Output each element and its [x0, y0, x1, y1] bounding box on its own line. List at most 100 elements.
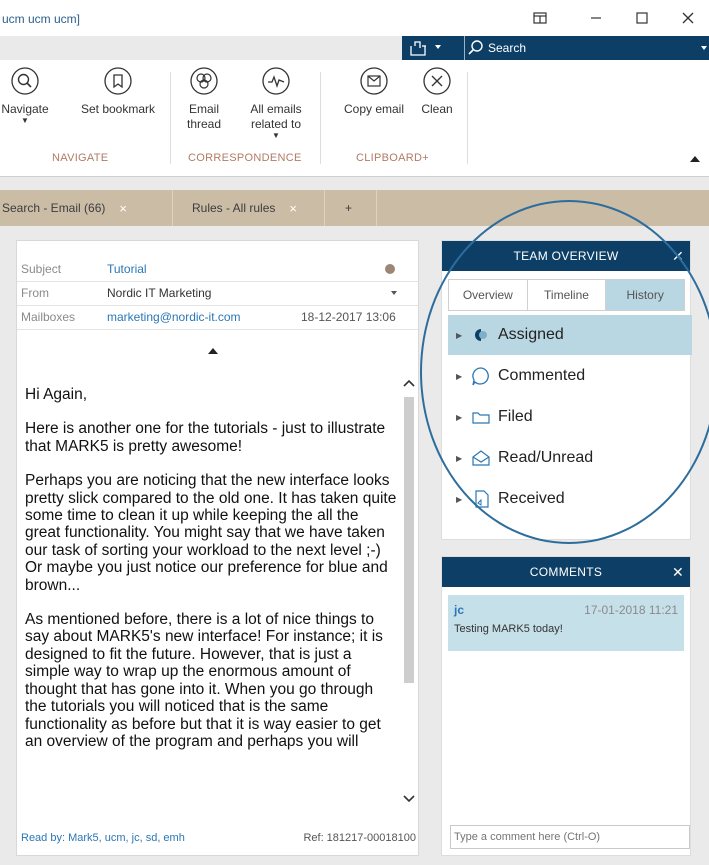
- overview-item-label: Assigned: [498, 326, 564, 343]
- copy-mail-icon: [359, 66, 389, 96]
- expand-arrow-icon[interactable]: ▶: [456, 495, 464, 504]
- group-label-clipboard: CLIPBOARD+: [356, 152, 429, 164]
- email-thread-label: Email thread: [186, 102, 222, 131]
- overview-item-filed[interactable]: ▶ Filed: [448, 397, 692, 437]
- from-dropdown-icon[interactable]: [391, 291, 397, 296]
- navigate-dropdown-icon: ▼: [21, 116, 29, 125]
- collapse-ribbon-icon[interactable]: [690, 156, 700, 162]
- search-input[interactable]: Search: [488, 41, 526, 55]
- set-bookmark-label: Set bookmark: [80, 102, 156, 116]
- read-by-list[interactable]: Read by: Mark5, ucm, jc, sd, emh: [21, 832, 185, 844]
- search-dropdown-icon[interactable]: [701, 45, 707, 51]
- ribbon-separator: [170, 72, 171, 164]
- from-row: From Nordic IT Marketing: [17, 281, 418, 306]
- email-scrollbar[interactable]: [401, 365, 417, 817]
- mailboxes-label: Mailboxes: [21, 310, 76, 324]
- panel-title: TEAM OVERVIEW: [513, 249, 619, 263]
- overview-item-label: Read/Unread: [498, 449, 594, 466]
- group-label-correspondence: CORRESPONDENCE: [188, 152, 302, 164]
- subject-row: Subject Tutorial: [17, 257, 418, 282]
- mailboxes-row: Mailboxes marketing@nordic-it.com 18-12-…: [17, 305, 418, 330]
- email-paragraph: Hi Again,: [25, 386, 88, 403]
- close-window-button[interactable]: [676, 8, 700, 28]
- overview-subtabs: Overview Timeline History: [448, 279, 686, 311]
- overview-item-label: Filed: [498, 408, 533, 425]
- expand-arrow-icon[interactable]: ▶: [456, 454, 464, 463]
- tab-search-email[interactable]: Search - Email (66) ×: [0, 190, 172, 226]
- email-paragraph: Here is another one for the tutorials - …: [25, 420, 386, 455]
- expand-arrow-icon[interactable]: ▶: [456, 372, 464, 381]
- minimize-button[interactable]: [584, 8, 608, 28]
- comment-bubble-icon: [470, 365, 492, 387]
- tab-overview[interactable]: Overview: [448, 279, 528, 311]
- status-dot: [385, 264, 395, 274]
- magnifier-icon: [10, 66, 40, 96]
- new-tab-label: +: [345, 201, 353, 215]
- email-view: Subject Tutorial From Nordic IT Marketin…: [16, 240, 419, 856]
- comment-time: 17-01-2018 11:21: [584, 603, 678, 617]
- set-bookmark-button[interactable]: Set bookmark: [72, 66, 164, 117]
- received-document-icon: [470, 488, 492, 510]
- copy-email-label: Copy email: [343, 102, 405, 116]
- close-icon[interactable]: ✕: [672, 557, 684, 587]
- comment-card: jc 17-01-2018 11:21 Testing MARK5 today!: [448, 595, 684, 651]
- inbox-icon[interactable]: [408, 39, 430, 57]
- scroll-down-icon[interactable]: [403, 795, 415, 803]
- bookmark-icon: [103, 66, 133, 96]
- chevron-down-icon[interactable]: [434, 42, 442, 52]
- overview-item-commented[interactable]: ▶ Commented: [448, 356, 692, 396]
- expand-arrow-icon[interactable]: ▶: [456, 413, 464, 422]
- mailbox-link[interactable]: marketing@nordic-it.com: [107, 310, 241, 324]
- collapse-header-icon[interactable]: [208, 348, 218, 354]
- email-thread-button[interactable]: Email thread: [181, 66, 227, 132]
- ribbon-toggle-icon[interactable]: [528, 8, 552, 28]
- title-bar: ucm ucm ucm]: [0, 0, 709, 36]
- all-emails-related-label: All emails related to: [250, 102, 302, 131]
- tab-history[interactable]: History: [605, 279, 686, 311]
- from-value[interactable]: Nordic IT Marketing: [107, 286, 211, 300]
- overview-item-received[interactable]: ▶ Received: [448, 479, 692, 519]
- tab-rules[interactable]: Rules - All rules ×: [192, 190, 322, 226]
- overview-item-read-unread[interactable]: ▶ Read/Unread: [448, 438, 692, 478]
- new-tab-button[interactable]: +: [345, 190, 352, 226]
- tab-close-icon[interactable]: ×: [289, 201, 297, 216]
- email-date: 18-12-2017 13:06: [301, 310, 396, 324]
- expand-arrow-icon[interactable]: ▶: [456, 331, 464, 340]
- comments-panel: COMMENTS ✕ jc 17-01-2018 11:21 Testing M…: [441, 556, 691, 856]
- email-footer: Read by: Mark5, ucm, jc, sd, emh Ref: 18…: [21, 832, 416, 844]
- email-body: Hi Again, Here is another one for the tu…: [25, 386, 397, 814]
- from-label: From: [21, 286, 49, 300]
- team-overview-panel: TEAM OVERVIEW ✕ Overview Timeline Histor…: [441, 240, 692, 540]
- copy-email-button[interactable]: Copy email: [336, 66, 412, 117]
- tab-close-icon[interactable]: ×: [119, 201, 127, 216]
- comment-author: jc: [454, 603, 465, 617]
- ribbon: Navigate ▼ Set bookmark Email thread All…: [0, 60, 709, 177]
- scroll-up-icon[interactable]: [403, 379, 415, 387]
- reference-number: Ref: 181217-00018100: [303, 832, 416, 844]
- ribbon-separator: [467, 72, 468, 164]
- scroll-thumb[interactable]: [404, 397, 414, 683]
- overview-item-assigned[interactable]: ▶ Assigned: [448, 315, 692, 355]
- tab-divider: [172, 190, 173, 226]
- subject-label: Subject: [21, 262, 62, 276]
- tab-label: Search - Email (66): [2, 201, 106, 215]
- clean-label: Clean: [421, 102, 453, 116]
- search-icon: [468, 40, 484, 56]
- maximize-button[interactable]: [630, 8, 654, 28]
- close-icon[interactable]: ✕: [672, 241, 684, 271]
- tab-label: Rules - All rules: [192, 201, 276, 215]
- clean-button[interactable]: Clean: [414, 66, 460, 117]
- clean-x-icon: [422, 66, 452, 96]
- comment-input[interactable]: [450, 825, 690, 849]
- related-dropdown-icon: ▼: [272, 131, 280, 140]
- navigate-label: Navigate: [1, 102, 49, 116]
- window-title: ucm ucm ucm]: [2, 12, 81, 26]
- comments-header: COMMENTS ✕: [442, 557, 690, 587]
- folder-icon: [470, 406, 492, 428]
- tab-timeline[interactable]: Timeline: [526, 279, 607, 311]
- navigate-button[interactable]: Navigate ▼: [0, 66, 58, 125]
- tab-divider: [324, 190, 325, 226]
- thread-icon: [189, 66, 219, 96]
- all-emails-related-button[interactable]: All emails related to ▼: [240, 66, 312, 140]
- comment-text: Testing MARK5 today!: [454, 623, 563, 635]
